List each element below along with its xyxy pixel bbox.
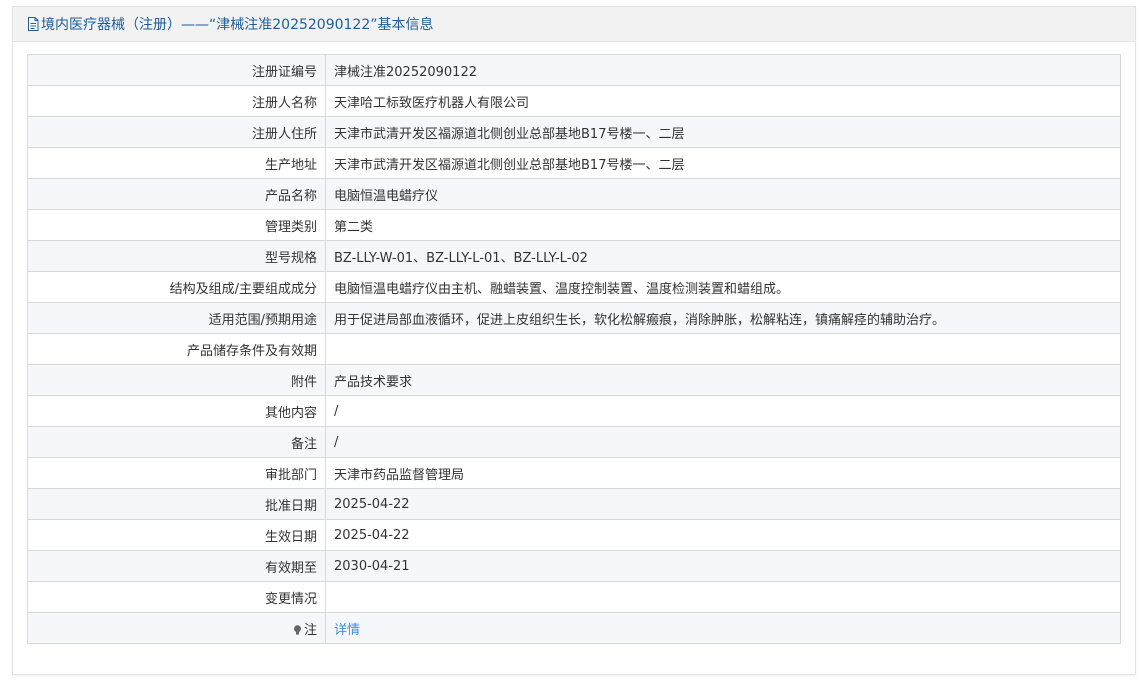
row-value	[325, 581, 1121, 613]
row-label: 产品储存条件及有效期	[27, 333, 326, 365]
table-row: 有效期至 2030-04-21	[27, 550, 1121, 582]
row-value: 天津市药品监督管理局	[325, 457, 1121, 489]
note-label-cell: 注	[27, 612, 326, 644]
row-label: 注册人住所	[27, 116, 326, 148]
row-value: 2025-04-22	[325, 488, 1121, 520]
row-label: 产品名称	[27, 178, 326, 210]
row-label: 其他内容	[27, 395, 326, 427]
row-label: 批准日期	[27, 488, 326, 520]
row-value: 产品技术要求	[325, 364, 1121, 396]
info-panel: 境内医疗器械（注册）——“津械注准20252090122”基本信息 注册证编号津…	[12, 6, 1136, 675]
row-label: 变更情况	[27, 581, 326, 613]
row-value: 2030-04-21	[325, 550, 1121, 582]
table-row: 注册人住所 天津市武清开发区福源道北侧创业总部基地B17号楼一、二层	[27, 116, 1121, 148]
table-row: 生产地址 天津市武清开发区福源道北侧创业总部基地B17号楼一、二层	[27, 147, 1121, 179]
table-row: 管理类别 第二类	[27, 209, 1121, 241]
row-label: 审批部门	[27, 457, 326, 489]
panel-header: 境内医疗器械（注册）——“津械注准20252090122”基本信息	[13, 7, 1135, 42]
page-title: 境内医疗器械（注册）——“津械注准20252090122”基本信息	[41, 17, 434, 33]
table-row: 适用范围/预期用途 用于促进局部血液循环，促进上皮组织生长，软化松解瘢痕，消除肿胀…	[27, 302, 1121, 334]
row-label: 型号规格	[27, 240, 326, 272]
row-value: 第二类	[325, 209, 1121, 241]
document-icon	[28, 17, 39, 31]
info-table: 注册证编号 津械注准20252090122 注册人名称 天津哈工标致医疗机器人有限公司…	[27, 54, 1121, 644]
row-value: 天津市武清开发区福源道北侧创业总部基地B17号楼一、二层	[325, 147, 1121, 179]
row-value: 天津哈工标致医疗机器人有限公司	[325, 85, 1121, 117]
row-value: 电脑恒温电蜡疗仪	[325, 178, 1121, 210]
row-value: 电脑恒温电蜡疗仪由主机、融蜡装置、温度控制装置、温度检测装置和蜡组成。	[325, 271, 1121, 303]
row-value: BZ-LLY-W-01、BZ-LLY-L-01、BZ-LLY-L-02	[325, 240, 1121, 272]
table-row: 产品储存条件及有效期	[27, 333, 1121, 365]
row-label: 生产地址	[27, 147, 326, 179]
note-value-cell: 详情	[325, 612, 1121, 644]
table-row: 批准日期 2025-04-22	[27, 488, 1121, 520]
table-row: 注册证编号 津械注准20252090122	[27, 54, 1121, 86]
row-label: 有效期至	[27, 550, 326, 582]
row-label: 适用范围/预期用途	[27, 302, 326, 334]
table-row: 附件 产品技术要求	[27, 364, 1121, 396]
row-label: 附件	[27, 364, 326, 396]
row-value: 2025-04-22	[325, 519, 1121, 551]
row-value: 用于促进局部血液循环，促进上皮组织生长，软化松解瘢痕，消除肿胀，松解粘连，镇痛解…	[325, 302, 1121, 334]
note-label: 注	[303, 622, 317, 638]
lightbulb-icon	[293, 624, 301, 635]
row-label: 备注	[27, 426, 326, 458]
row-value: /	[325, 395, 1121, 427]
table-row: 产品名称 电脑恒温电蜡疗仪	[27, 178, 1121, 210]
row-label: 结构及组成/主要组成成分	[27, 271, 326, 303]
table-row: 生效日期 2025-04-22	[27, 519, 1121, 551]
row-value: 天津市武清开发区福源道北侧创业总部基地B17号楼一、二层	[325, 116, 1121, 148]
table-row: 审批部门 天津市药品监督管理局	[27, 457, 1121, 489]
details-link[interactable]: 详情	[334, 623, 360, 638]
table-row: 型号规格 BZ-LLY-W-01、BZ-LLY-L-01、BZ-LLY-L-02	[27, 240, 1121, 272]
row-value	[325, 333, 1121, 365]
table-row-note: 注 详情	[27, 612, 1121, 644]
row-label: 注册人名称	[27, 85, 326, 117]
table-row: 备注 /	[27, 426, 1121, 458]
table-row: 结构及组成/主要组成成分 电脑恒温电蜡疗仪由主机、融蜡装置、温度控制装置、温度检测…	[27, 271, 1121, 303]
row-value: /	[325, 426, 1121, 458]
row-label: 生效日期	[27, 519, 326, 551]
table-row: 变更情况	[27, 581, 1121, 613]
table-row: 其他内容 /	[27, 395, 1121, 427]
table-row: 注册人名称 天津哈工标致医疗机器人有限公司	[27, 85, 1121, 117]
row-label: 注册证编号	[27, 54, 326, 86]
row-value: 津械注准20252090122	[325, 54, 1121, 86]
row-label: 管理类别	[27, 209, 326, 241]
